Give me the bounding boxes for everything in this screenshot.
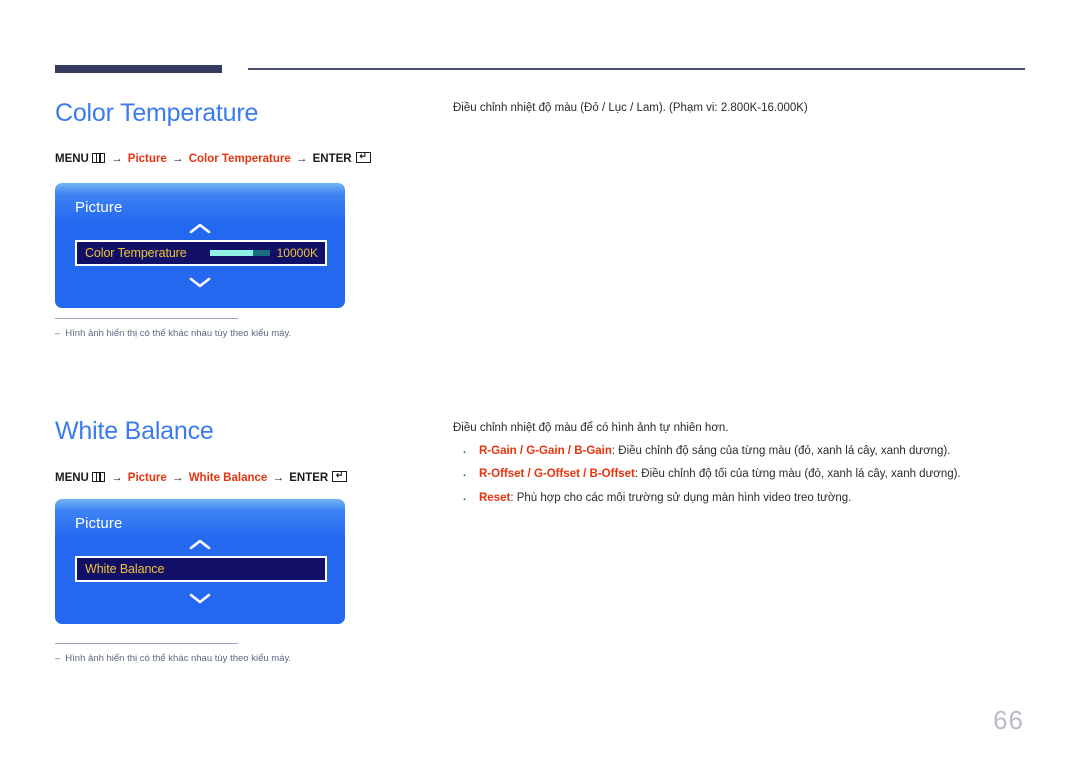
- menu-path-menu-label: MENU: [55, 472, 89, 484]
- footnote-rule: [55, 318, 238, 319]
- chevron-down-icon[interactable]: [189, 277, 211, 288]
- osd-preview-white-balance: Picture White Balance: [55, 499, 445, 624]
- list-item: R-Gain / G-Gain / B-Gain: Điều chỉnh độ …: [453, 442, 1028, 462]
- footnote-text: Hình ảnh hiển thị có thể khác nhau tùy t…: [65, 328, 292, 339]
- section-color-temperature-left: Color Temperature: [55, 101, 445, 126]
- osd-row-color-temperature[interactable]: Color Temperature 10000K: [75, 240, 327, 266]
- menu-path-arrow-1: →: [111, 472, 123, 484]
- page-number: 66: [993, 705, 1024, 735]
- menu-path-menu-label: MENU: [55, 153, 89, 165]
- white-balance-options-list: R-Gain / G-Gain / B-Gain: Điều chỉnh độ …: [453, 442, 1028, 509]
- description-text: Điều chỉnh nhiệt độ màu (Đỏ / Lục / Lam)…: [453, 102, 808, 114]
- list-item: Reset: Phù hợp cho các môi trường sử dụn…: [453, 489, 1028, 509]
- manual-page: Color Temperature MENU → Picture → Color…: [0, 0, 1080, 763]
- menu-path-enter-label: ENTER: [312, 153, 352, 165]
- footnote-rule: [55, 643, 238, 644]
- chevron-down-icon[interactable]: [189, 593, 211, 604]
- menu-path-arrow-3: →: [272, 472, 285, 484]
- option-description: : Phù hợp cho các môi trường sử dụng màn…: [510, 491, 852, 504]
- description-text: Điều chỉnh nhiệt độ màu để có hình ảnh t…: [453, 422, 729, 434]
- list-item: R-Offset / G-Offset / B-Offset: Điều chỉ…: [453, 465, 1028, 485]
- chevron-up-icon[interactable]: [189, 539, 211, 550]
- osd-row-value: 10000K: [276, 246, 318, 260]
- osd-panel: Picture Color Temperature 10000K: [55, 183, 345, 308]
- menu-path-step-picture[interactable]: Picture: [128, 472, 167, 484]
- osd-row-label: Color Temperature: [85, 246, 187, 260]
- header-rule-thin: [248, 68, 1025, 70]
- footnote-dash: –: [55, 653, 61, 664]
- menu-path-step-white-balance[interactable]: White Balance: [189, 472, 268, 484]
- menu-path-white-balance: MENU → Picture → White Balance → ENTER ↵: [55, 471, 445, 485]
- osd-row-white-balance[interactable]: White Balance: [75, 556, 327, 582]
- footnote-color-temperature: – Hình ảnh hiển thị có thể khác nhau tùy …: [55, 318, 355, 340]
- enter-key-icon: ↵: [355, 152, 371, 163]
- menu-path-arrow-2: →: [171, 153, 184, 165]
- menu-path-arrow-3: →: [295, 153, 308, 165]
- menu-path-arrow-2: →: [171, 472, 184, 484]
- enter-key-icon: ↵: [332, 471, 348, 482]
- menu-path-step-picture[interactable]: Picture: [128, 153, 167, 165]
- option-term: R-Offset / G-Offset / B-Offset: [479, 468, 635, 481]
- slider-fill: [209, 250, 253, 256]
- osd-title: Picture: [75, 199, 123, 216]
- menu-path-color-temperature: MENU → Picture → Color Temperature → ENT…: [55, 152, 445, 166]
- page-title-color-temperature: Color Temperature: [55, 99, 259, 127]
- menu-path-arrow-1: →: [111, 153, 123, 165]
- color-temperature-slider[interactable]: [209, 250, 270, 256]
- description-color-temperature: Điều chỉnh nhiệt độ màu (Đỏ / Lục / Lam)…: [453, 100, 1028, 117]
- osd-title: Picture: [75, 515, 123, 532]
- footnote-white-balance: – Hình ảnh hiển thị có thể khác nhau tùy …: [55, 643, 355, 665]
- description-white-balance: Điều chỉnh nhiệt độ màu để có hình ảnh t…: [453, 420, 1028, 514]
- page-title-white-balance: White Balance: [55, 417, 214, 445]
- menu-grid-icon: [91, 472, 105, 482]
- section-white-balance-left: White Balance: [55, 419, 445, 444]
- footnote-text: Hình ảnh hiển thị có thể khác nhau tùy t…: [65, 653, 292, 664]
- header-rule: [55, 62, 1025, 76]
- osd-panel: Picture White Balance: [55, 499, 345, 624]
- menu-path-enter-label: ENTER: [289, 472, 329, 484]
- chevron-up-icon[interactable]: [189, 223, 211, 234]
- osd-row-control: 10000K: [209, 246, 318, 260]
- option-term: Reset: [479, 491, 511, 504]
- menu-path-step-color-temperature[interactable]: Color Temperature: [189, 153, 291, 165]
- slider-track: [252, 250, 270, 256]
- header-rule-thick: [55, 65, 222, 73]
- option-description: : Điều chỉnh độ sáng của từng màu (đỏ, x…: [611, 444, 951, 457]
- option-description: : Điều chỉnh độ tối của từng màu (đỏ, xa…: [634, 468, 961, 481]
- option-term: R-Gain / G-Gain / B-Gain: [479, 444, 612, 457]
- osd-row-label: White Balance: [85, 562, 165, 576]
- osd-preview-color-temperature: Picture Color Temperature 10000K: [55, 183, 445, 308]
- footnote-dash: –: [55, 328, 61, 339]
- menu-grid-icon: [91, 153, 105, 163]
